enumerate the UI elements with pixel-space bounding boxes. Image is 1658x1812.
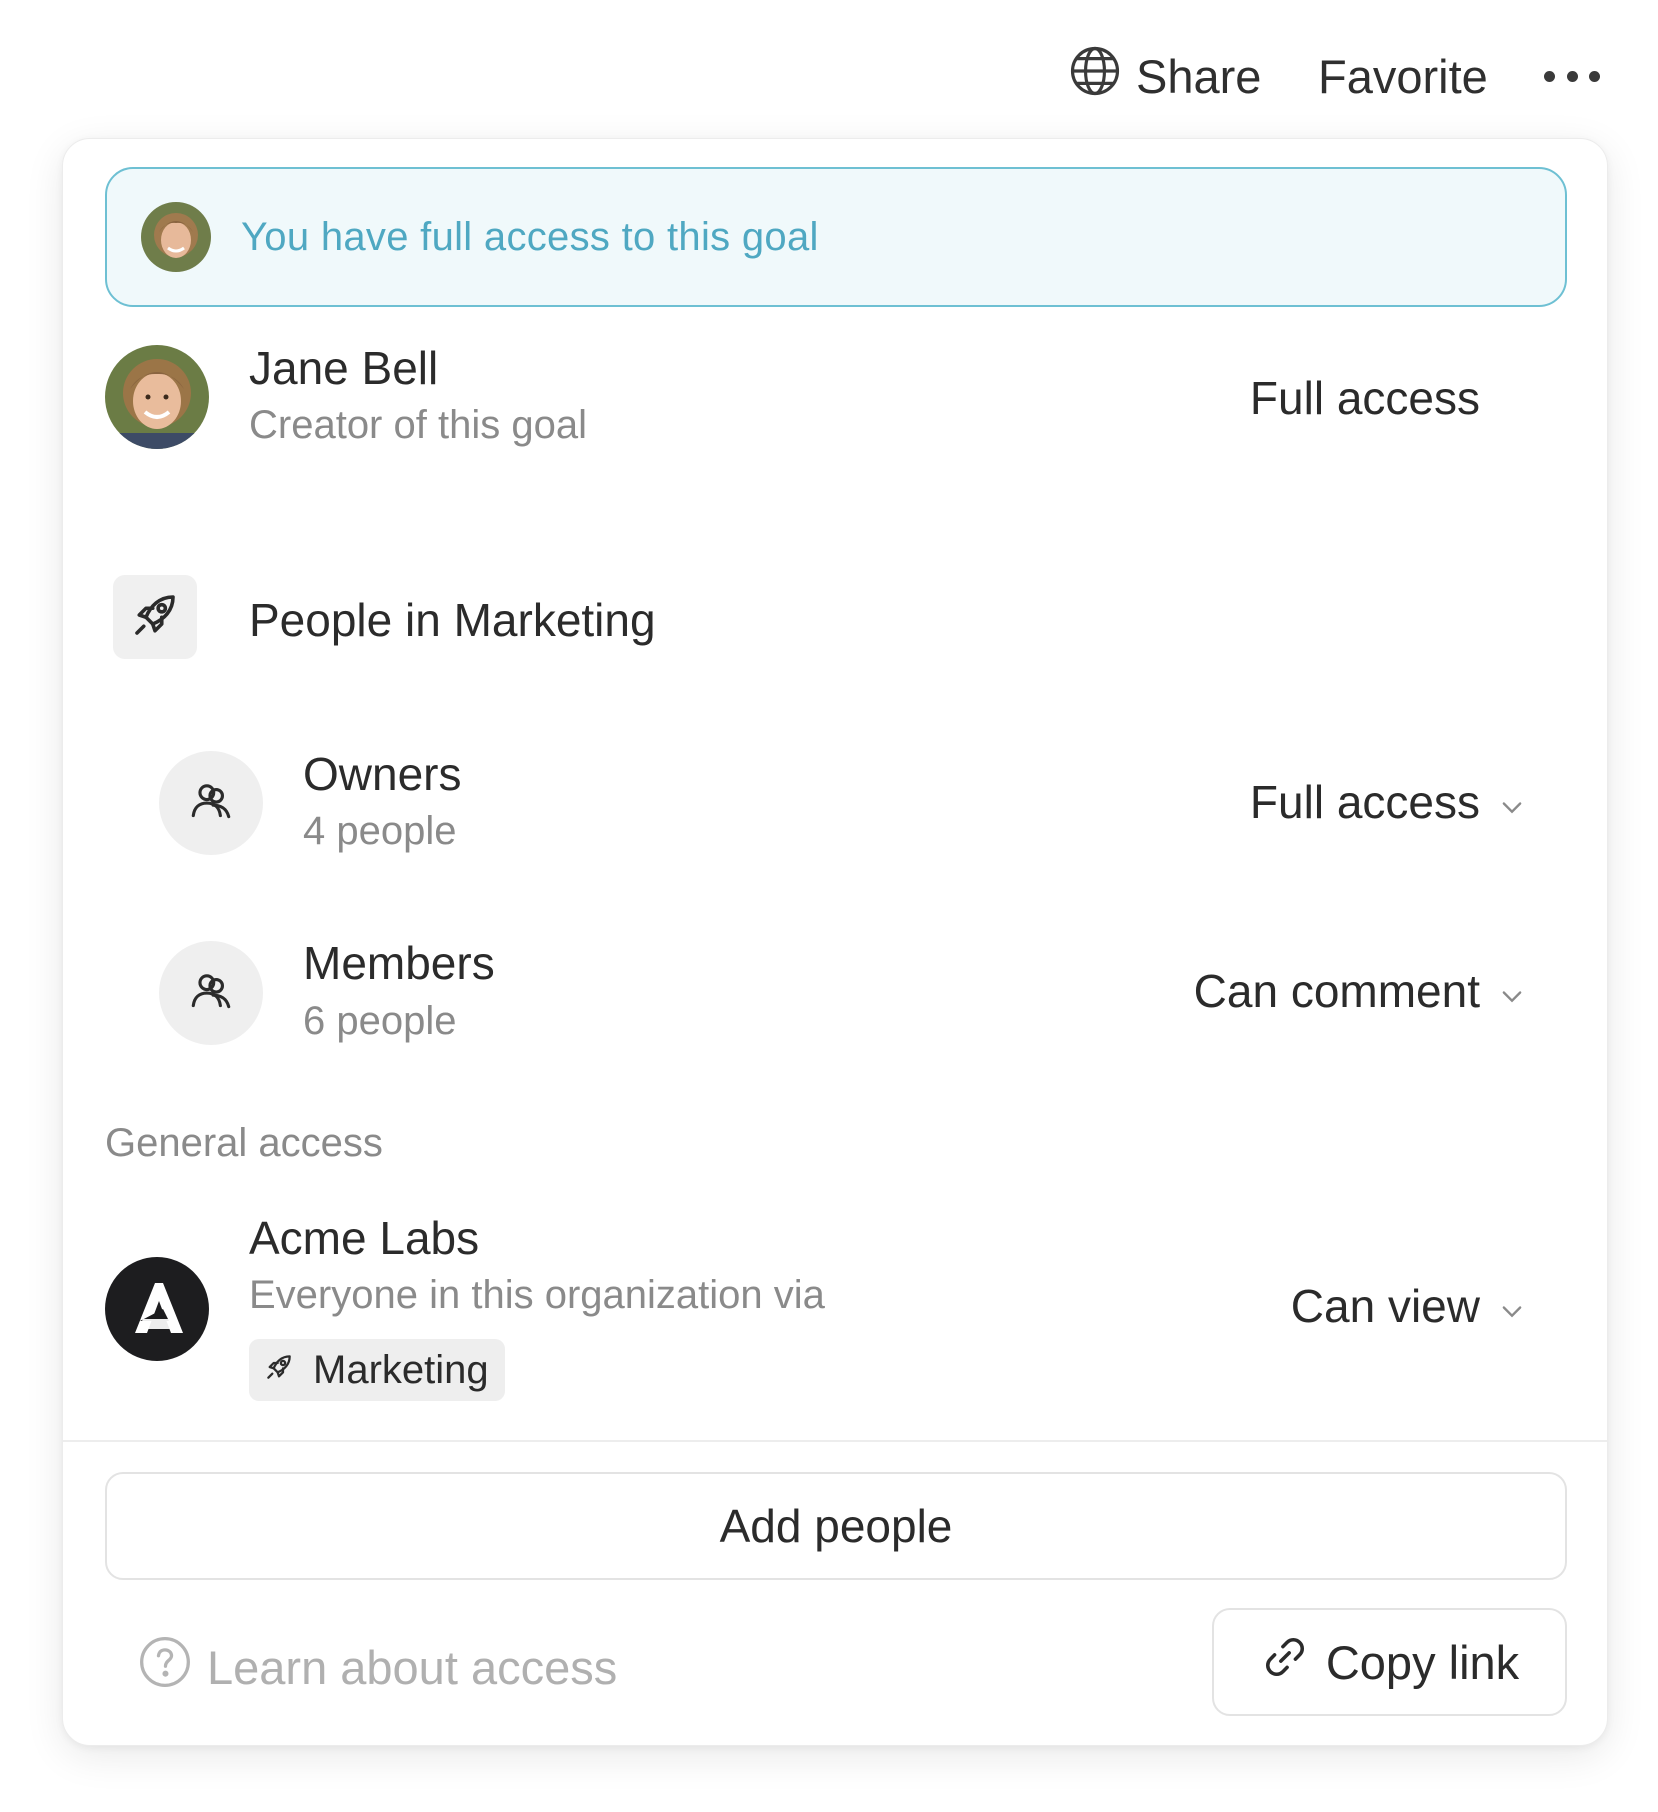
chevron-down-icon[interactable] xyxy=(1498,982,1526,1010)
team-name: People in Marketing xyxy=(249,594,656,646)
members-count: 6 people xyxy=(303,999,457,1043)
copy-link-button[interactable]: Copy link xyxy=(1212,1608,1567,1716)
org-access-description: Everyone in this organization via xyxy=(249,1273,825,1317)
rocket-icon xyxy=(128,588,182,647)
org-name: Acme Labs xyxy=(249,1212,480,1264)
share-panel: You have full access to this goal Jane B… xyxy=(62,138,1608,1746)
owners-permission-dropdown[interactable]: Full access xyxy=(1250,775,1480,829)
top-bar: Share Favorite xyxy=(0,40,1658,110)
owners-name: Owners xyxy=(303,748,462,800)
copy-link-label: Copy link xyxy=(1325,1635,1520,1689)
more-options-button[interactable] xyxy=(1544,58,1600,94)
divider xyxy=(63,1440,1607,1442)
owners-count: 4 people xyxy=(303,809,457,853)
globe-icon xyxy=(1068,44,1122,109)
learn-about-access-link[interactable]: Learn about access xyxy=(137,1636,618,1697)
members-name: Members xyxy=(303,937,495,989)
question-circle-icon xyxy=(137,1634,193,1701)
general-access-permission-dropdown[interactable]: Can view xyxy=(1291,1279,1480,1333)
team-chip-label: Marketing xyxy=(313,1347,489,1392)
access-banner-text: You have full access to this goal xyxy=(241,214,819,259)
creator-avatar xyxy=(105,345,209,449)
team-icon-box xyxy=(113,575,197,659)
chevron-down-icon[interactable] xyxy=(1498,793,1526,821)
access-banner: You have full access to this goal xyxy=(105,167,1567,307)
share-label: Share xyxy=(1136,49,1262,103)
learn-about-access-label: Learn about access xyxy=(207,1640,618,1694)
org-logo xyxy=(105,1257,209,1361)
general-access-heading: General access xyxy=(105,1121,383,1165)
ellipsis-icon xyxy=(1544,70,1555,82)
people-icon xyxy=(186,776,236,831)
team-chip[interactable]: Marketing xyxy=(249,1339,505,1401)
creator-name: Jane Bell xyxy=(249,342,439,394)
share-button[interactable]: Share xyxy=(1068,46,1261,106)
rocket-icon xyxy=(263,1348,295,1393)
avatar xyxy=(141,202,211,272)
owners-icon-circle xyxy=(159,751,263,855)
members-permission-dropdown[interactable]: Can comment xyxy=(1194,964,1480,1018)
creator-permission: Full access xyxy=(1249,372,1480,424)
creator-role: Creator of this goal xyxy=(249,403,587,447)
favorite-button[interactable]: Favorite xyxy=(1318,46,1488,106)
add-people-button[interactable]: Add people xyxy=(105,1472,1567,1580)
members-icon-circle xyxy=(159,941,263,1045)
link-icon xyxy=(1260,1632,1310,1693)
chevron-down-icon[interactable] xyxy=(1498,1297,1526,1325)
people-icon xyxy=(186,966,236,1021)
